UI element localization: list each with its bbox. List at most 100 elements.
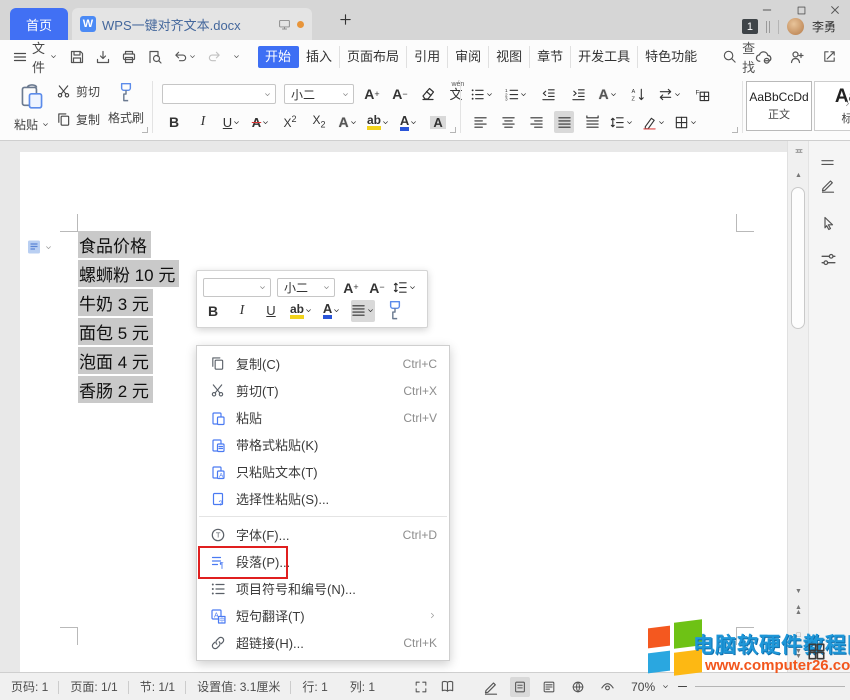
quickbar-more-button[interactable] — [232, 52, 241, 61]
char-shading-button[interactable]: A — [428, 111, 448, 133]
superscript-button[interactable]: X2 — [280, 111, 300, 133]
ribbon-tab[interactable]: 审阅 — [448, 46, 489, 68]
mini-bold-button[interactable]: B — [203, 300, 223, 322]
context-menu-item[interactable]: 粘贴 Ctrl+V — [197, 404, 449, 431]
mini-increase-font-button[interactable]: A+ — [341, 277, 361, 299]
document-line[interactable]: 泡面 4 元 — [78, 346, 179, 375]
vertical-scrollbar[interactable]: ▲ ▼ ▲▲ □ ▼▼ — [787, 141, 808, 672]
increase-font-button[interactable]: A+ — [362, 83, 382, 105]
distribute-button[interactable] — [582, 111, 602, 133]
drag-handle-icon[interactable] — [820, 155, 835, 170]
increase-indent-button[interactable] — [568, 83, 588, 105]
home-tab[interactable]: 首页 — [10, 8, 68, 40]
copy-button[interactable]: 复制 — [56, 111, 100, 128]
print-preview-button[interactable] — [147, 49, 163, 65]
web-view-button[interactable] — [568, 677, 588, 697]
file-menu[interactable]: 文件 — [12, 38, 58, 76]
scroll-up-button[interactable]: ▲ — [788, 167, 809, 183]
document-line[interactable]: 食品价格 — [78, 230, 179, 259]
ribbon-tab[interactable]: 章节 — [530, 46, 571, 68]
paste-button[interactable]: 粘贴 — [12, 81, 52, 135]
ruler-toggle-icon[interactable] — [788, 143, 809, 159]
underline-button[interactable]: U — [222, 111, 242, 133]
status-segment[interactable]: 列: 1 — [339, 678, 386, 695]
style-item[interactable]: AaBbCcDd 正文 — [746, 81, 812, 131]
maximize-icon[interactable] — [792, 2, 810, 18]
ribbon-tab[interactable]: 视图 — [489, 46, 530, 68]
clear-format-button[interactable] — [418, 83, 438, 105]
strikethrough-button[interactable]: A — [251, 111, 271, 133]
font-size-combo[interactable]: 小二 — [284, 84, 354, 104]
page-view-button[interactable] — [510, 677, 530, 697]
mini-highlight-button[interactable]: ab — [290, 300, 313, 322]
ribbon-tab[interactable]: 特色功能 — [638, 46, 704, 68]
mini-format-painter-button[interactable] — [384, 300, 406, 322]
phonetic-guide-button[interactable]: wén文 — [446, 83, 466, 105]
decrease-font-button[interactable]: A− — [390, 83, 410, 105]
new-tab-button[interactable] — [338, 12, 353, 27]
mini-decrease-font-button[interactable]: A− — [367, 277, 387, 299]
zoom-out-button[interactable] — [676, 680, 689, 693]
save-button[interactable] — [69, 49, 85, 65]
context-menu-item[interactable]: ? 选择性粘贴(S)... — [197, 485, 449, 512]
doc-count-badge[interactable]: 1 — [742, 19, 758, 34]
insert-table-button[interactable]: F — [692, 83, 712, 105]
align-right-button[interactable] — [526, 111, 546, 133]
context-menu-item[interactable]: 超链接(H)... Ctrl+K — [197, 629, 449, 656]
scroll-down-button[interactable]: ▼ — [788, 583, 809, 599]
cut-button[interactable]: 剪切 — [56, 83, 100, 100]
mini-justify-button[interactable] — [351, 300, 375, 322]
mini-font-size-combo[interactable]: 小二 — [277, 278, 335, 297]
add-user-icon[interactable] — [789, 49, 805, 65]
minimize-icon[interactable] — [758, 2, 776, 18]
mini-italic-button[interactable]: I — [232, 300, 252, 322]
styles-more-button[interactable] — [843, 99, 850, 108]
find-button[interactable]: 查找 — [722, 38, 755, 76]
align-left-button[interactable] — [470, 111, 490, 133]
cursor-icon[interactable] — [820, 215, 836, 231]
context-menu-item[interactable]: T 字体(F)... Ctrl+D — [197, 521, 449, 548]
document-line[interactable]: 牛奶 3 元 — [78, 288, 179, 317]
mini-underline-button[interactable]: U — [261, 300, 281, 322]
outline-view-button[interactable] — [539, 677, 559, 697]
status-segment[interactable]: 设置值: 3.1厘米 — [186, 678, 291, 695]
adjust-icon[interactable] — [820, 251, 837, 268]
document-line[interactable]: 香肠 2 元 — [78, 375, 179, 404]
borders-button[interactable] — [674, 111, 698, 133]
numbering-button[interactable]: 123 — [504, 83, 528, 105]
context-menu-item[interactable]: A中 短句翻译(T) — [197, 602, 449, 629]
font-name-combo[interactable] — [162, 84, 276, 104]
bold-button[interactable]: B — [164, 111, 184, 133]
fullscreen-icon[interactable] — [414, 680, 428, 694]
scrollbar-thumb[interactable] — [791, 187, 805, 329]
ribbon-tab[interactable]: 插入 — [299, 46, 340, 68]
context-menu-item[interactable]: A 只粘贴文本(T) — [197, 458, 449, 485]
cjk-layout-button[interactable] — [658, 83, 682, 105]
justify-button[interactable] — [554, 111, 574, 133]
document-tab[interactable]: W WPS一键对齐文本.docx — [72, 8, 312, 40]
avatar[interactable] — [787, 18, 804, 35]
undo-button[interactable] — [173, 49, 197, 64]
context-menu-item[interactable]: ¶ 段落(P)... — [197, 548, 449, 575]
user-name[interactable]: 李勇 — [812, 18, 836, 35]
close-icon[interactable] — [826, 2, 844, 18]
align-center-button[interactable] — [498, 111, 518, 133]
context-menu-item[interactable]: 带格式粘贴(K) — [197, 431, 449, 458]
status-segment[interactable]: 行: 1 — [291, 678, 338, 695]
pen-icon[interactable] — [820, 177, 836, 193]
italic-button[interactable]: I — [193, 111, 213, 133]
status-segment[interactable]: 页面: 1/1 — [59, 678, 128, 695]
format-painter-button[interactable]: 格式刷 — [104, 81, 148, 126]
font-color-button[interactable]: A — [399, 111, 419, 133]
subscript-button[interactable]: X2 — [309, 111, 329, 133]
context-menu-item[interactable]: 复制(C) Ctrl+C — [197, 350, 449, 377]
document-line[interactable]: 面包 5 元 — [78, 317, 179, 346]
highlight-button[interactable]: ab — [367, 111, 390, 133]
status-segment[interactable]: 节: 1/1 — [129, 678, 186, 695]
mini-font-name-combo[interactable] — [203, 278, 271, 297]
sort-button[interactable]: AZ — [628, 83, 648, 105]
line-spacing-button[interactable] — [610, 111, 634, 133]
ribbon-tab[interactable]: 页面布局 — [340, 46, 407, 68]
dialog-launcher[interactable] — [142, 127, 148, 133]
cloud-sync-icon[interactable] — [755, 48, 772, 65]
